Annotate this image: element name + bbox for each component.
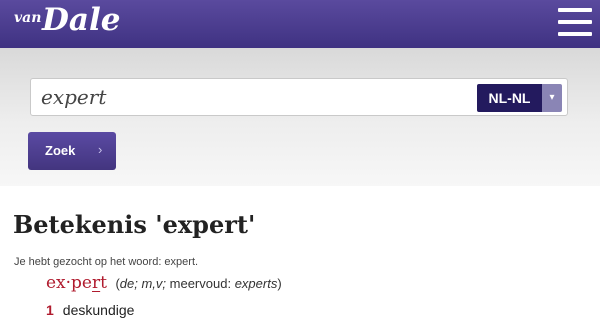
vandale-logo[interactable]: van Dale (14, 2, 134, 42)
chevron-down-icon[interactable]: ▾ (542, 84, 562, 112)
chevron-right-icon: › (98, 142, 103, 157)
headword-part: ex·pe (46, 273, 92, 293)
search-input[interactable] (41, 81, 471, 113)
search-button[interactable]: Zoek › (28, 132, 116, 170)
language-select[interactable]: NL-NL ▾ (477, 84, 562, 112)
headword-stress: r (92, 273, 101, 293)
grammar-info: (de; m,v; meervoud: experts) (115, 276, 281, 291)
grammar-paren: ) (277, 276, 282, 291)
headword-line: ex·pert (de; m,v; meervoud: experts) (46, 273, 282, 293)
searched-note: Je hebt gezocht op het woord: expert. (14, 256, 199, 268)
menu-line (558, 8, 592, 12)
sense-number: 1 (46, 302, 54, 318)
grammar-plural-label: meervoud: (166, 276, 235, 291)
headword-part: t (100, 273, 107, 293)
site-header: van Dale (0, 0, 600, 48)
page-title: Betekenis 'expert' (13, 210, 256, 239)
menu-line (558, 20, 592, 24)
logo-van-text: van (14, 10, 42, 26)
language-select-value: NL-NL (477, 84, 542, 112)
menu-line (558, 32, 592, 36)
sense-item: 1 deskundige (46, 302, 134, 318)
search-box: NL-NL ▾ (30, 78, 568, 116)
grammar-plural: experts (234, 276, 278, 291)
headword: ex·pert (46, 273, 107, 293)
grammar-gender: de; m,v; (119, 276, 167, 291)
logo-dale-text: Dale (42, 2, 121, 38)
search-button-label: Zoek (45, 143, 76, 158)
search-panel: NL-NL ▾ Zoek › (0, 48, 600, 186)
hamburger-menu-icon[interactable] (558, 8, 592, 38)
sense-text: deskundige (62, 302, 135, 318)
